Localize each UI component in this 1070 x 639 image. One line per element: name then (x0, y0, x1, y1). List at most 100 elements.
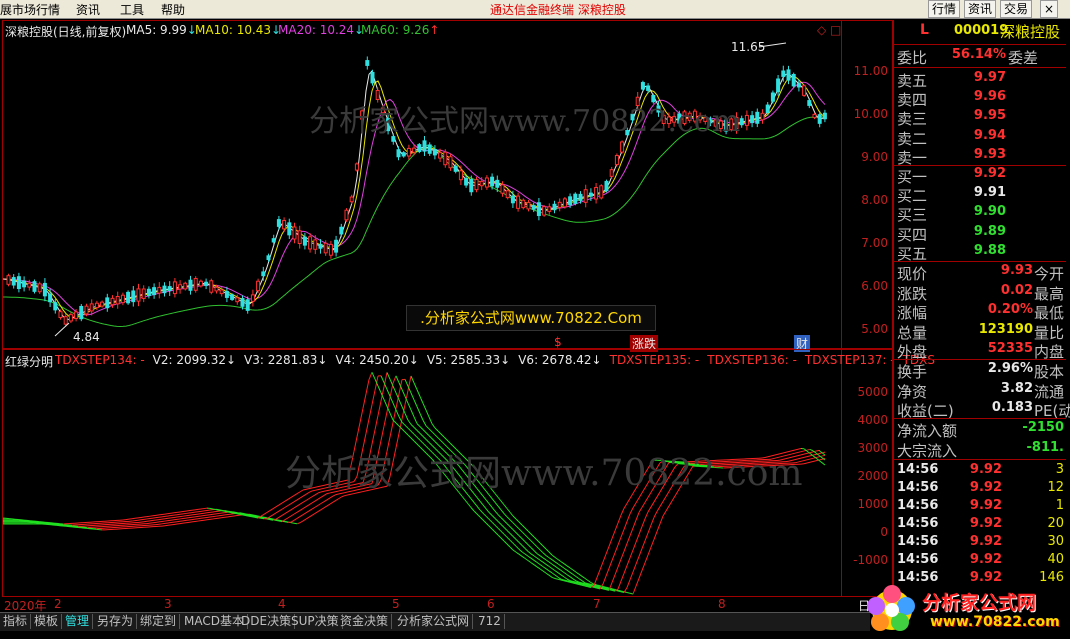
indicator-line (512, 522, 517, 527)
indicator-line (326, 503, 331, 507)
bid-row: 买二 9.91 (894, 185, 1066, 205)
indicator-line (491, 507, 496, 512)
indicator-line (518, 553, 523, 557)
tab-bind-to[interactable]: 绑定到 (137, 614, 181, 629)
menu-market[interactable]: 展市场行情 (0, 1, 60, 18)
tab-sup[interactable]: SUP决策 (288, 614, 343, 629)
menu-help[interactable]: 帮助 (161, 1, 185, 18)
indicator-line (413, 382, 418, 390)
tick-time: 14:56 (897, 498, 939, 513)
chart-corner-icons[interactable]: ◇ □ (817, 23, 841, 37)
stat2-row: 收益(二) 0.183 PE(动) (894, 400, 1070, 420)
indicator-line (470, 507, 475, 512)
indicator-chart-area[interactable]: 红绿分明 TDXSTEP134: - V2: 2099.32↓ V3: 2281.8… (2, 349, 935, 597)
indicator-line (302, 500, 307, 503)
site-logo: 分析家公式网 www.70822.com (866, 584, 1066, 636)
candle (516, 192, 521, 212)
indicator-line (518, 528, 523, 533)
ma5-legend: MA5: 9.99↓ (126, 23, 197, 37)
indicator-line (431, 423, 436, 429)
indicator-line (539, 564, 544, 568)
watermark-indicator: 分析家公式网www.70822.com (285, 453, 803, 494)
indicator-line (545, 548, 550, 553)
indicator-line (560, 574, 565, 578)
indicator-line (362, 393, 367, 409)
indicator-line (638, 570, 643, 579)
quote-panel: L 000019 深粮控股 委比 56.14% 委差 卖五 9.97 卖四 9.9… (893, 20, 1070, 612)
indicator-line (314, 511, 319, 514)
tab-save-as[interactable]: 另存为 (94, 614, 138, 629)
kline-chart[interactable] (3, 21, 841, 348)
tick-row: 14:56 9.92 40 (894, 552, 1066, 571)
indicator-line (290, 513, 295, 517)
candle (744, 110, 749, 131)
ad-banner[interactable]: .分析家公式网www.70822.Com (406, 305, 656, 331)
kline-chart-area[interactable]: 深粮控股(日线,前复权) MA5: 9.99↓ MA10: 10.43↓ MA2… (2, 20, 842, 352)
indicator-line (512, 536, 517, 540)
indicator-line (509, 526, 514, 530)
indicator-line (557, 563, 562, 567)
flow-row: 净流入额 -2150 (894, 420, 1066, 440)
indicator-line (293, 511, 298, 515)
indicator-line (428, 435, 433, 439)
candle (11, 274, 16, 289)
indicator-line (665, 505, 670, 512)
indicator-line (548, 574, 553, 578)
indicator-line (617, 559, 622, 568)
indicator-line (530, 547, 535, 551)
indicator-line (539, 549, 544, 554)
indicator-line (482, 519, 487, 524)
tick-time: 14:56 (897, 552, 939, 567)
indicator-line (611, 530, 616, 539)
stat-value: 0.02 (1000, 282, 1033, 298)
tab-fund[interactable]: 资金决策 (337, 614, 393, 629)
indicator-line (515, 518, 520, 523)
news-button[interactable]: 资讯 (964, 0, 997, 18)
candle (32, 279, 37, 294)
stock-header: L 000019 深粮控股 (894, 22, 1066, 41)
indicator-line (536, 566, 541, 570)
flow-value: -2150 (1022, 420, 1064, 435)
indicator-line (380, 426, 385, 441)
tick-volume: 30 (1047, 534, 1064, 549)
indicator-line (284, 511, 289, 514)
candle (583, 184, 588, 208)
tab-site[interactable]: 分析家公式网 (394, 614, 474, 629)
tab-indicator[interactable]: 指标 (0, 614, 32, 629)
trade-button[interactable]: 交易 (1000, 0, 1033, 18)
menu-news[interactable]: 资讯 (76, 1, 100, 18)
tab-dde[interactable]: DDE决策 (238, 614, 296, 629)
bid-price: 9.88 (973, 242, 1006, 258)
tab-manage[interactable]: 管理 (62, 614, 94, 629)
indicator-line (233, 512, 238, 515)
indicator-line (320, 501, 325, 504)
indicator-line (653, 496, 658, 503)
indicator-line (530, 557, 535, 561)
indicator-line (608, 560, 613, 569)
candle (209, 278, 214, 295)
indicator-line (269, 514, 274, 518)
marker-dollar[interactable]: $ (554, 335, 562, 349)
bid-label: 买一 (897, 168, 928, 186)
tab-712[interactable]: 712 (475, 614, 505, 629)
indicator-line (587, 580, 592, 584)
indicator-line (506, 508, 511, 513)
watermark-main: 分析家公式网www.70822.com (309, 104, 741, 139)
candle (271, 234, 276, 246)
indicator-line (485, 508, 490, 513)
indicator-line (617, 581, 622, 590)
indicator-line (311, 506, 316, 510)
indicator-line (368, 372, 373, 380)
indicator-line (473, 510, 478, 515)
tab-template[interactable]: 模板 (31, 614, 63, 629)
indicator-legend-item: TDXSTEP135: - (609, 353, 700, 367)
stat-right-label: 股本 (1034, 363, 1065, 381)
menu-tools[interactable]: 工具 (120, 1, 144, 18)
weibi-value: 56.14% (951, 47, 1006, 62)
close-icon[interactable]: × (1040, 0, 1059, 18)
stat-right-label: 最低 (1034, 304, 1065, 322)
indicator-line (650, 517, 655, 526)
bid-row: 买五 9.88 (894, 242, 1066, 263)
quotes-button[interactable]: 行情 (928, 0, 961, 18)
candle (562, 197, 567, 209)
